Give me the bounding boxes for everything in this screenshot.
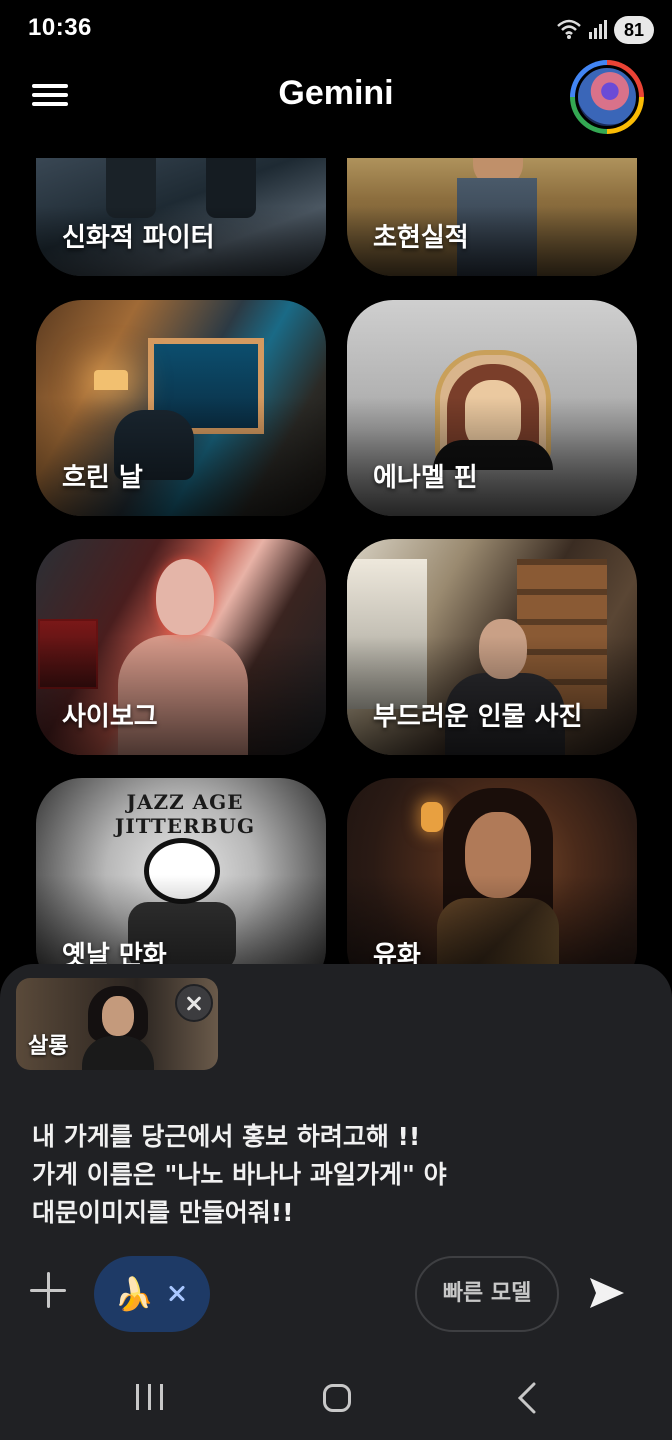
style-card-mythic-fighter[interactable]: 신화적 파이터 [36, 158, 326, 276]
recent-apps-icon[interactable] [136, 1384, 164, 1410]
selected-style-label: 살롱 [28, 1034, 69, 1059]
cartoon-title-text: JAZZ AGE JITTERBUG [114, 790, 256, 838]
prompt-line: 내 가게를 당근에서 홍보 하려고해 !! [32, 1122, 421, 1151]
image-tool-chip[interactable]: 🍌 [94, 1256, 210, 1332]
model-selector-button[interactable]: 빠른 모델 [415, 1256, 559, 1332]
prompt-line: 대문이미지를 만들어줘!! [32, 1198, 294, 1227]
style-card-label: 흐린 날 [62, 463, 143, 493]
profile-avatar[interactable] [570, 60, 644, 134]
status-bar: 10:36 81 [0, 0, 672, 60]
wifi-icon [557, 19, 581, 39]
style-card-label: 에나멜 핀 [373, 463, 478, 493]
style-grid: 신화적 파이터 초현실적 흐린 날 에나멜 핀 사이보그 부드러운 인물 사진 … [0, 158, 672, 968]
style-card-label: 사이보그 [62, 702, 158, 732]
selected-style-thumbnail [82, 986, 154, 1070]
prompt-input[interactable]: 내 가게를 당근에서 홍보 하려고해 !! 가게 이름은 "나노 바나나 과일가… [32, 1118, 642, 1232]
prompt-line: 가게 이름은 "나노 바나나 과일가게" 야 [32, 1160, 447, 1189]
back-icon[interactable] [516, 1382, 538, 1414]
remove-tool-close-icon[interactable] [166, 1282, 188, 1304]
banana-icon: 🍌 [114, 1275, 154, 1313]
home-icon[interactable] [323, 1384, 351, 1412]
style-card-enamel-pin[interactable]: 에나멜 핀 [347, 300, 637, 516]
signal-icon [589, 20, 607, 39]
style-card-soft-portrait[interactable]: 부드러운 인물 사진 [347, 539, 637, 755]
status-time: 10:36 [28, 14, 92, 41]
style-card-oil-painting[interactable]: 유화 [347, 778, 637, 968]
style-card-surreal[interactable]: 초현실적 [347, 158, 637, 276]
style-card-label: 초현실적 [373, 223, 469, 253]
style-card-old-cartoon[interactable]: JAZZ AGE JITTERBUG 옛날 만화 [36, 778, 326, 968]
remove-style-close-icon[interactable] [175, 984, 213, 1022]
style-card-label: 부드러운 인물 사진 [373, 702, 583, 732]
add-attachment-plus-icon[interactable] [30, 1272, 68, 1310]
send-icon[interactable] [588, 1274, 626, 1312]
battery-indicator: 81 [614, 16, 654, 44]
style-card-cyborg[interactable]: 사이보그 [36, 539, 326, 755]
style-card-gloomy-day[interactable]: 흐린 날 [36, 300, 326, 516]
style-card-label: 신화적 파이터 [62, 223, 215, 253]
